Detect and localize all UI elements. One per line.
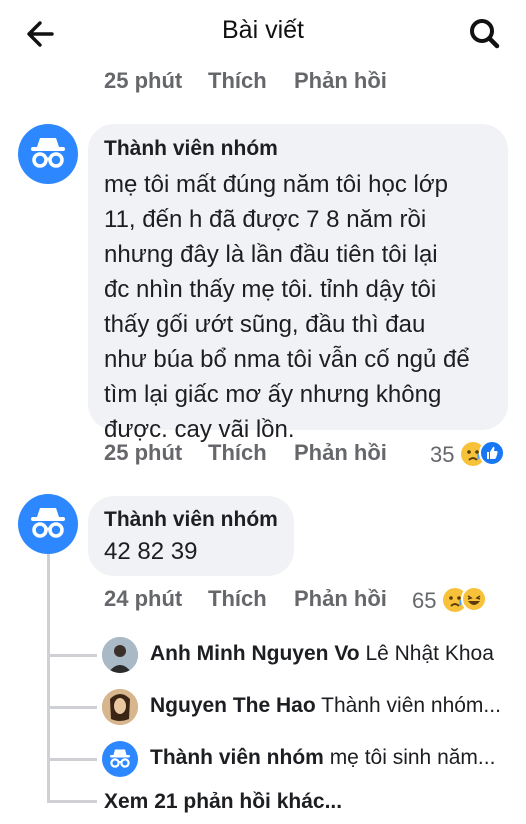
- like-button[interactable]: Thích: [208, 586, 267, 612]
- top-bar: Bài viết: [0, 0, 526, 62]
- like-button[interactable]: Thích: [208, 68, 267, 94]
- anonymous-avatar-icon[interactable]: [18, 494, 78, 554]
- thread-branch: [47, 800, 97, 803]
- comment-actions: 24 phút Thích Phản hồi: [104, 586, 404, 616]
- comment-text: mẹ tôi mất đúng năm tôi học lớp 11, đến …: [104, 167, 470, 447]
- reaction-count: 65: [412, 588, 437, 613]
- comment-actions: 25 phút Thích Phản hồi: [104, 440, 404, 470]
- reply-snippet: mẹ tôi sinh năm...: [329, 746, 496, 769]
- comment-text-line: đc nhìn thấy mẹ tôi. tỉnh dậy tôi: [104, 276, 437, 303]
- thread-branch: [47, 654, 97, 657]
- comment-bubble: Thành viên nhóm mẹ tôi mất đúng năm tôi …: [88, 124, 508, 443]
- comment-text-line: mẹ tôi mất đúng năm tôi học lớp: [104, 171, 448, 198]
- thread-line: [47, 548, 50, 800]
- reaction-summary[interactable]: 65: [412, 586, 487, 614]
- comment-actions-previous: 25 phút Thích Phản hồi: [104, 68, 404, 98]
- like-reaction-icon: [478, 440, 505, 466]
- comment-text-line: 11, đến h đã được 7 8 năm rồi: [104, 206, 427, 233]
- reply-snippet: Thành viên nhóm...: [321, 694, 501, 717]
- comment-bubble: Thành viên nhóm 42 82 39: [88, 496, 294, 576]
- reply-author[interactable]: Nguyen The Hao: [150, 694, 316, 717]
- reaction-summary[interactable]: 35: [430, 440, 505, 468]
- thread-branch: [47, 758, 97, 761]
- like-button[interactable]: Thích: [208, 440, 267, 466]
- comment-text: 42 82 39: [104, 538, 198, 565]
- page-title: Bài viết: [222, 16, 304, 44]
- comment-text-line: nhưng đây là lần đầu tiên tôi lại: [104, 241, 438, 268]
- comment-author[interactable]: Thành viên nhóm: [104, 508, 278, 532]
- anonymous-avatar-icon[interactable]: [102, 741, 138, 777]
- comment-time: 24 phút: [104, 586, 183, 611]
- comment-author[interactable]: Thành viên nhóm: [104, 137, 470, 161]
- comment-text-line: thấy gối ướt sũng, đầu thì đau: [104, 311, 426, 338]
- comment-time: 25 phút: [104, 440, 183, 465]
- search-icon[interactable]: [466, 14, 506, 54]
- reply-button[interactable]: Phản hồi: [294, 440, 387, 466]
- thread-branch: [47, 706, 97, 709]
- reply-author[interactable]: Anh Minh Nguyen Vo: [150, 642, 360, 665]
- reply-button[interactable]: Phản hồi: [294, 586, 387, 612]
- avatar[interactable]: [102, 689, 138, 725]
- comment-text-line: như búa bổ nma tôi vẫn cố ngủ để: [104, 346, 470, 373]
- anonymous-avatar-icon[interactable]: [18, 124, 78, 184]
- view-more-replies-link[interactable]: Xem 21 phản hồi khác...: [104, 790, 342, 814]
- comment-time: 25 phút: [104, 68, 183, 93]
- haha-reaction-icon: [460, 586, 487, 612]
- reply-text: Nguyen The Hao Thành viên nhóm...: [150, 694, 501, 718]
- reply-text: Thành viên nhóm mẹ tôi sinh năm...: [150, 746, 495, 770]
- avatar[interactable]: [102, 637, 138, 673]
- reply-button[interactable]: Phản hồi: [294, 68, 387, 94]
- reply-snippet: Lê Nhật Khoa: [365, 642, 494, 665]
- reply-text: Anh Minh Nguyen Vo Lê Nhật Khoa: [150, 642, 494, 666]
- reaction-count: 35: [430, 442, 455, 467]
- reply-author[interactable]: Thành viên nhóm: [150, 746, 324, 769]
- comment-text-line: tìm lại giấc mơ ấy nhưng không: [104, 381, 442, 408]
